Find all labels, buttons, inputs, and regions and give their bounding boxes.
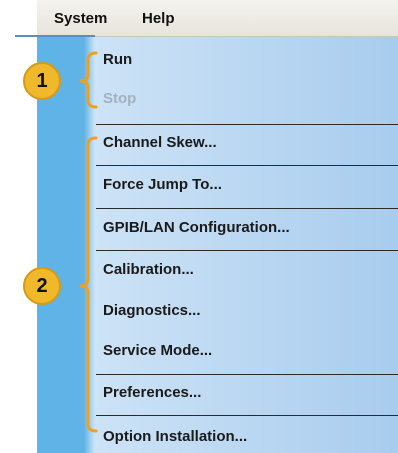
- callout-badge-1: 1: [23, 62, 61, 100]
- brace-1: [79, 51, 98, 109]
- callout-braces: [79, 51, 98, 433]
- brace-2: [79, 136, 98, 433]
- callout-badge-2: 2: [23, 267, 61, 305]
